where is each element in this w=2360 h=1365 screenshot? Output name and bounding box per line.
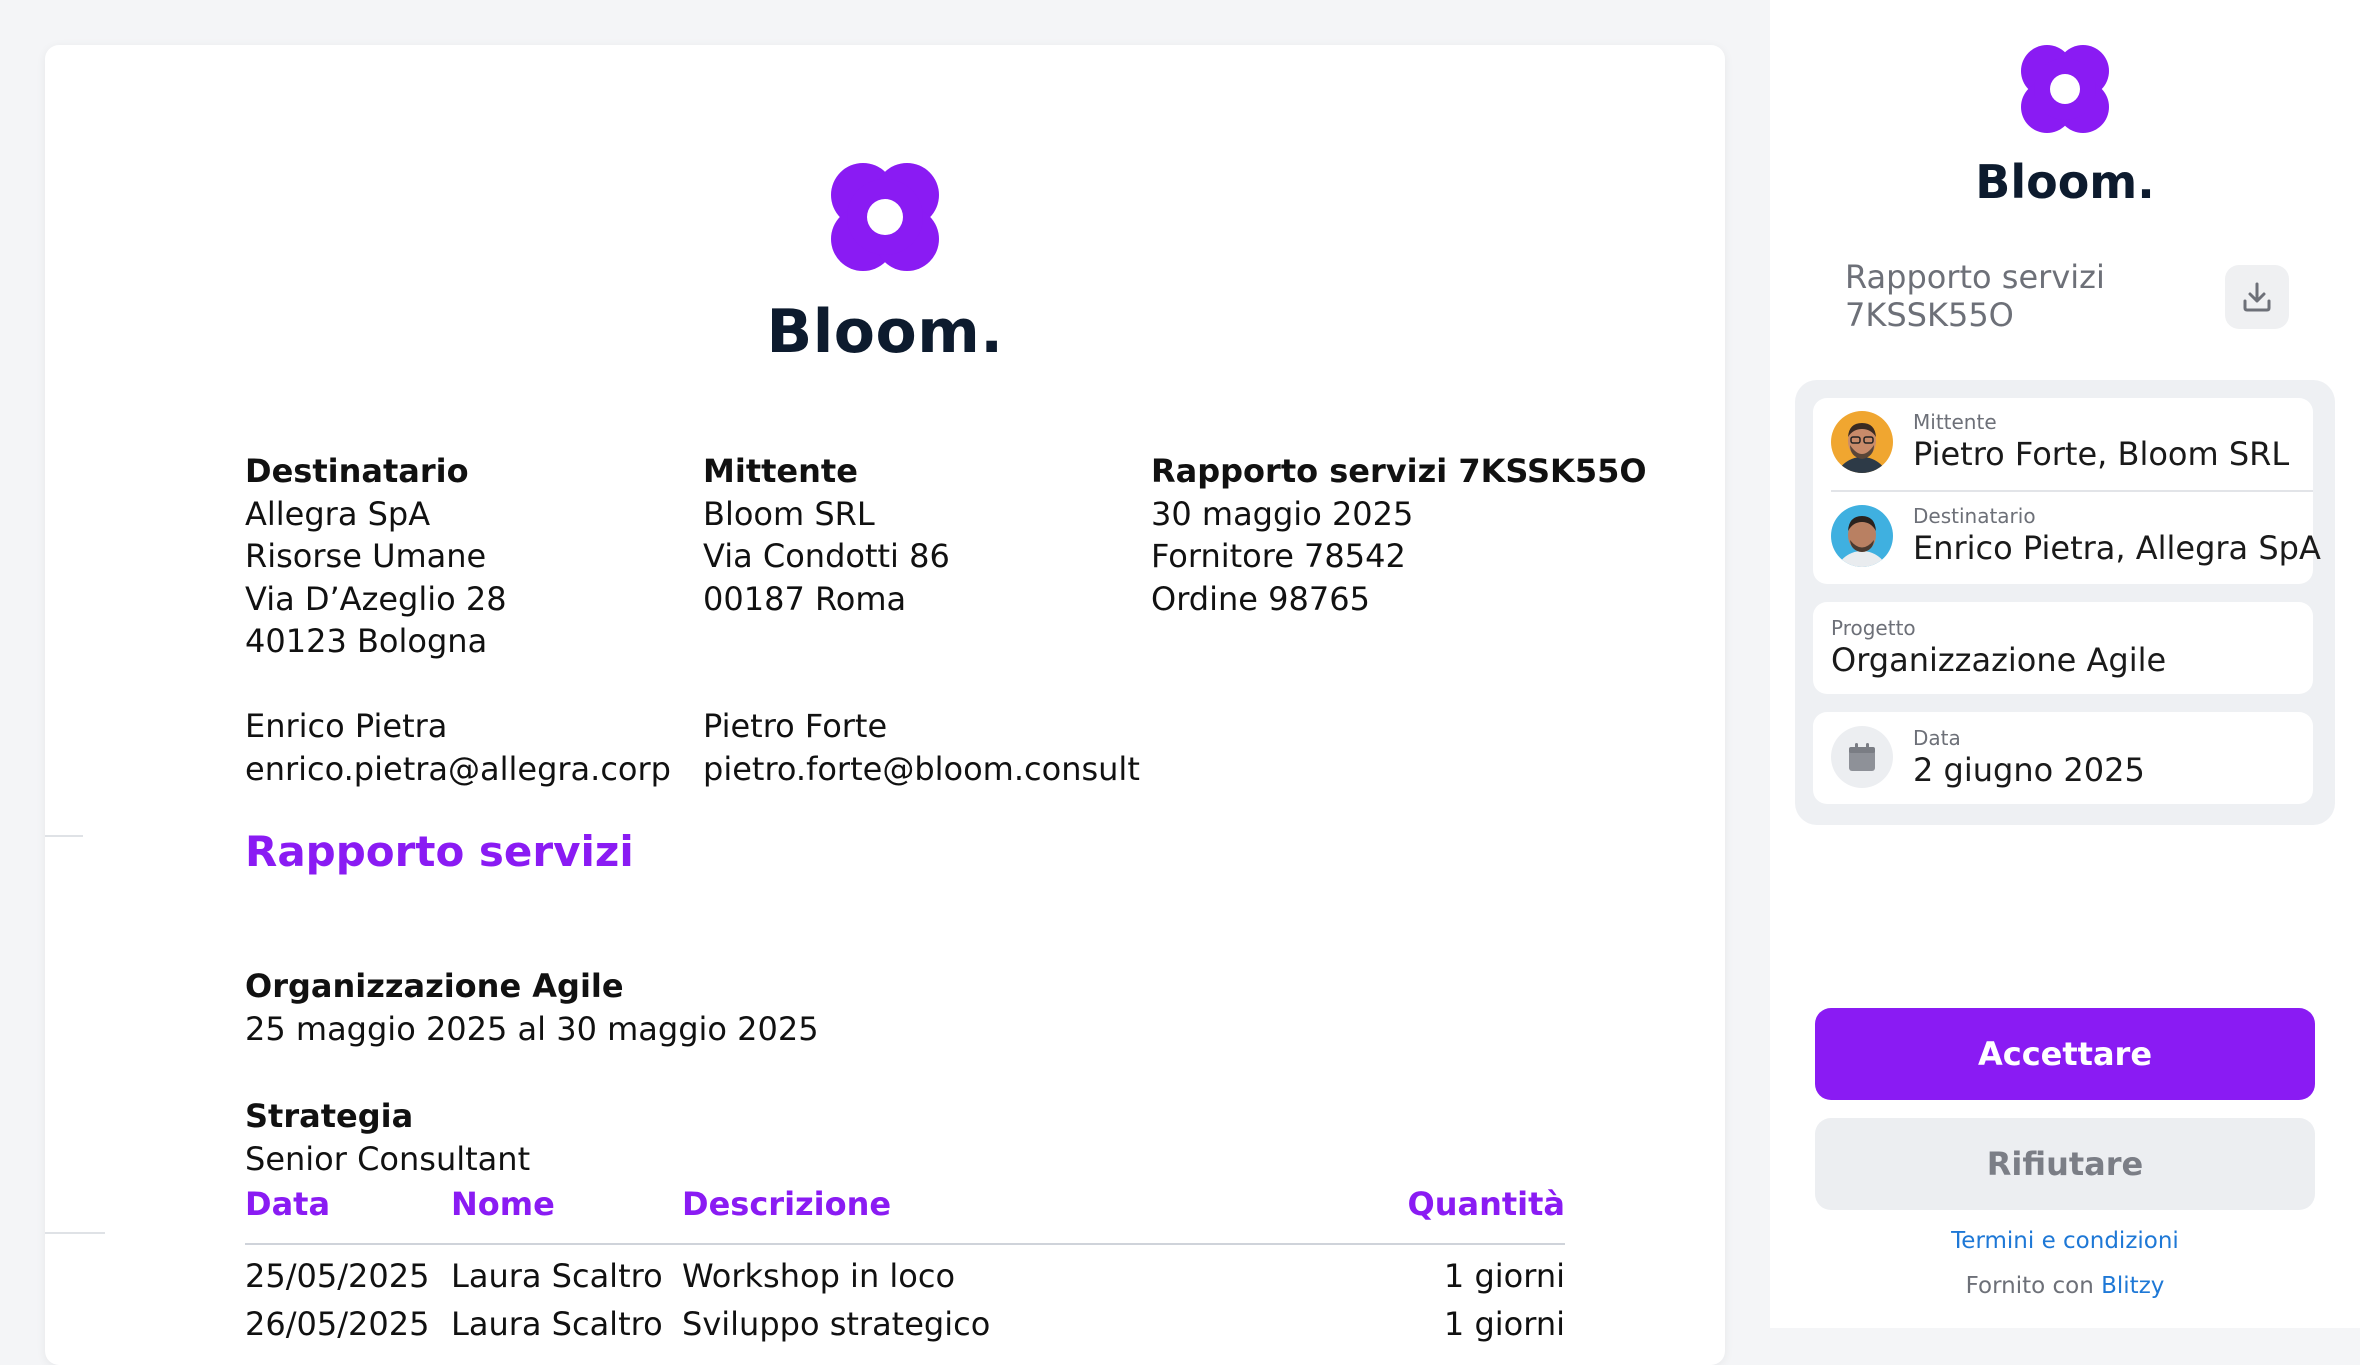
document-brand-name: Bloom. [766,297,1004,367]
sender-heading: Mittente [703,452,858,490]
category-role: Senior Consultant [245,1139,531,1178]
recipient-line: Risorse Umane [245,537,487,575]
powered-by: Fornito con Blitzy [1770,1273,2360,1299]
column-header-quantity: Quantità [1407,1185,1565,1223]
cell-name: Laura Scaltro [451,1257,663,1295]
category-block: Strategia Senior Consultant [245,1095,530,1180]
date-label: Data [1913,726,1961,750]
parties-card: Mittente Pietro Forte, Bloom SRL Destina… [1813,398,2321,584]
sender-line: Via Condotti 86 [703,537,950,575]
recipient-line: Allegra SpA [245,494,431,533]
sender-line: Bloom SRL [703,494,875,533]
sender-line: 00187 Roma [703,579,907,618]
sender-row: Mittente Pietro Forte, Bloom SRL [1831,398,2301,478]
recipient-line: 40123 Bologna [245,622,488,660]
project-label: Progetto [1831,616,1916,640]
table-row: 25/05/2025 Laura Scaltro Workshop in loc… [245,1245,1565,1295]
project-card: Progetto Organizzazione Agile [1813,602,2313,694]
calendar-icon [1849,743,1875,771]
download-icon [2243,282,2271,312]
cell-description: Workshop in loco [682,1257,956,1295]
recipient-line: Via D’Azeglio 28 [245,579,507,618]
sidebar-logo [1770,45,2360,137]
recipient-heading: Destinatario [245,452,469,490]
recipient-label: Destinatario [1913,504,2036,528]
flower-icon [831,163,939,271]
calendar-icon-circle [1831,726,1893,788]
reject-button[interactable]: Rifiutare [1815,1118,2315,1210]
fold-mark [45,1232,105,1234]
sender-contact-email: pietro.forte@bloom.consult [703,749,1140,788]
column-header-date: Data [245,1185,331,1223]
project-value: Organizzazione Agile [1831,641,2167,679]
document-preview: Bloom. Destinatario Allegra SpA Risorse … [45,45,1725,1365]
flower-icon [2021,45,2109,133]
cell-description: Sviluppo strategico [682,1305,991,1343]
sender-value: Pietro Forte, Bloom SRL [1913,435,2290,473]
recipient-contact-email: enrico.pietra@allegra.corp [245,749,671,788]
terms-link[interactable]: Termini e condizioni [1770,1228,2360,1254]
cell-name: Laura Scaltro [451,1305,663,1343]
fold-mark [45,835,83,837]
report-info-block: Rapporto servizi 7KSSK55O 30 maggio 2025… [1151,450,1647,620]
column-header-name: Nome [451,1185,555,1223]
sidebar-brand-name: Bloom. [1975,155,2155,209]
column-header-description: Descrizione [682,1185,892,1223]
project-title: Organizzazione Agile [245,967,624,1005]
recipient-row: Destinatario Enrico Pietra, Allegra SpA [1831,492,2321,572]
blitzy-link[interactable]: Blitzy [2101,1273,2164,1299]
recipient-block: Destinatario Allegra SpA Risorse Umane V… [245,450,671,790]
document-title: Rapporto servizi 7KSSK55O [1845,258,2105,334]
avatar [1831,411,1893,473]
services-table: Data Nome Descrizione Quantità 25/05/202… [245,1185,1565,1343]
sidebar: Bloom. Rapporto servizi 7KSSK55O Mittent… [1770,0,2360,1328]
category-title: Strategia [245,1097,414,1135]
date-card: Data 2 giugno 2025 [1813,712,2313,804]
cell-date: 26/05/2025 [245,1305,430,1343]
cell-quantity: 1 giorni [1443,1305,1565,1343]
report-supplier: Fornitore 78542 [1151,537,1406,575]
details-panel: Mittente Pietro Forte, Bloom SRL Destina… [1795,380,2335,825]
report-date: 30 maggio 2025 [1151,494,1414,533]
document-logo [45,163,1725,275]
table-header: Data Nome Descrizione Quantità [245,1185,1565,1245]
report-order: Ordine 98765 [1151,579,1370,618]
cell-date: 25/05/2025 [245,1257,430,1295]
cell-quantity: 1 giorni [1443,1257,1565,1295]
project-period: 25 maggio 2025 al 30 maggio 2025 [245,1009,819,1048]
report-heading: Rapporto servizi 7KSSK55O [1151,452,1647,490]
sender-block: Mittente Bloom SRL Via Condotti 86 00187… [703,450,1140,790]
accept-button[interactable]: Accettare [1815,1008,2315,1100]
avatar [1831,505,1893,567]
download-button[interactable] [2225,265,2289,329]
project-block: Organizzazione Agile 25 maggio 2025 al 3… [245,965,819,1050]
table-row: 26/05/2025 Laura Scaltro Sviluppo strate… [245,1293,1565,1343]
date-value: 2 giugno 2025 [1913,751,2145,789]
powered-prefix: Fornito con [1965,1273,2094,1299]
recipient-value: Enrico Pietra, Allegra SpA [1913,529,2321,567]
section-title: Rapporto servizi [245,827,634,876]
sender-label: Mittente [1913,410,1997,434]
recipient-contact-name: Enrico Pietra [245,707,448,745]
sender-contact-name: Pietro Forte [703,707,888,745]
